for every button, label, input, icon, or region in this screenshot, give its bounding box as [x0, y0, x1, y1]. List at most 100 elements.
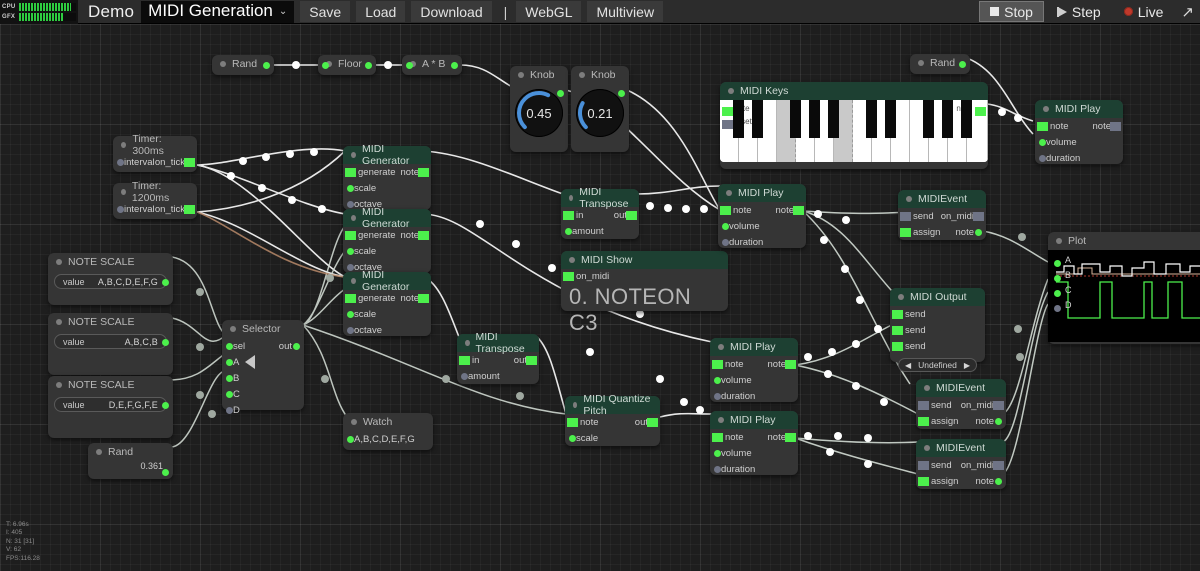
node-rand-right[interactable]: Rand [910, 54, 970, 74]
port-in[interactable] [563, 211, 574, 220]
port-in[interactable] [347, 436, 354, 443]
device-combo[interactable]: ◀ Undefined ▶ [898, 358, 977, 372]
port-note[interactable] [418, 231, 429, 240]
port-interval[interactable] [117, 206, 124, 213]
port-amount[interactable] [461, 373, 468, 380]
port-note[interactable] [567, 418, 578, 427]
node-midi-keys[interactable]: MIDI Keys note reset note [720, 82, 988, 169]
port-assign[interactable] [900, 228, 911, 237]
port-note-out[interactable] [793, 206, 804, 215]
port-c[interactable] [226, 391, 233, 398]
port-volume[interactable] [1039, 139, 1046, 146]
port-volume[interactable] [714, 450, 721, 457]
node-note-scale-2[interactable]: NOTE SCALE value A,B,C,B [48, 313, 173, 375]
port-duration[interactable] [714, 393, 721, 400]
port-octave[interactable] [347, 327, 354, 334]
node-plot[interactable]: Plot A B C D [1048, 232, 1200, 344]
port-out[interactable] [557, 90, 564, 97]
port-plot-a[interactable] [1054, 260, 1061, 267]
node-a-times-b[interactable]: A * B [402, 55, 462, 75]
download-button[interactable]: Download [411, 1, 492, 22]
value-field[interactable]: value A,B,C,D,E,F,G [54, 274, 167, 289]
value-field[interactable]: value D,E,F,G,F,E [54, 397, 167, 412]
node-midi-play-1[interactable]: MIDI Play note note volume duration [1035, 100, 1123, 164]
live-button[interactable]: Live [1114, 1, 1174, 22]
port-in[interactable] [459, 356, 470, 365]
multiview-button[interactable]: Multiview [587, 1, 664, 22]
node-midi-generator-2[interactable]: MIDI Generator generate note scale octav… [343, 206, 431, 273]
port-octave[interactable] [347, 201, 354, 208]
port-note[interactable] [712, 433, 723, 442]
node-midi-play-2[interactable]: MIDI Play note note volume duration [718, 184, 806, 248]
webgl-button[interactable]: WebGL [516, 1, 582, 22]
port-assign[interactable] [918, 417, 929, 426]
port-volume[interactable] [722, 223, 729, 230]
node-midi-generator-1[interactable]: MIDI Generator generate note scale octav… [343, 143, 431, 210]
port-note[interactable] [995, 418, 1002, 425]
port-note-in[interactable] [722, 107, 733, 116]
port-out[interactable] [162, 402, 169, 409]
port-scale[interactable] [347, 185, 354, 192]
port-d[interactable] [226, 407, 233, 414]
load-button[interactable]: Load [356, 1, 406, 22]
port-reset[interactable] [722, 120, 733, 129]
port-b[interactable] [226, 375, 233, 382]
port-generate[interactable] [345, 294, 356, 303]
port-out[interactable] [293, 343, 300, 350]
port-octave[interactable] [347, 264, 354, 271]
port-out[interactable] [365, 62, 372, 69]
port-assign[interactable] [918, 477, 929, 486]
port-note[interactable] [418, 294, 429, 303]
port-on-tick[interactable] [184, 205, 195, 214]
port-out[interactable] [162, 339, 169, 346]
project-selector[interactable]: MIDI Generation ⌄ [141, 0, 295, 23]
port-generate[interactable] [345, 231, 356, 240]
node-knob-2[interactable]: Knob 0.21 [571, 66, 629, 152]
port-note[interactable] [720, 206, 731, 215]
node-selector[interactable]: Selector sel out A B C D [222, 320, 304, 416]
port-duration[interactable] [1039, 155, 1046, 162]
node-timer-1200ms[interactable]: Timer: 1200ms interval on_tick [113, 180, 197, 219]
port-send-2[interactable] [892, 326, 903, 335]
port-out[interactable] [959, 61, 966, 68]
knob-dial[interactable]: 0.45 [515, 89, 563, 137]
node-rand-top[interactable]: Rand [212, 55, 274, 75]
knob-dial[interactable]: 0.21 [576, 89, 624, 137]
port-note[interactable] [1037, 122, 1048, 131]
value-field[interactable]: value A,B,C,B [54, 334, 167, 349]
node-midi-event-2[interactable]: MIDIEvent send on_midi assign note [916, 379, 1006, 429]
port-sel[interactable] [226, 343, 233, 350]
port-note[interactable] [418, 168, 429, 177]
node-midi-show[interactable]: MIDI Show on_midi 0. NOTEON C3 [561, 251, 728, 335]
port-note[interactable] [712, 360, 723, 369]
black-key[interactable] [885, 100, 896, 138]
fullscreen-icon[interactable]: ↗ [1181, 3, 1194, 21]
black-key[interactable] [809, 100, 820, 138]
save-button[interactable]: Save [300, 1, 351, 22]
port-note-out[interactable] [785, 360, 796, 369]
node-midi-play-3[interactable]: MIDI Play note note volume duration [710, 338, 798, 402]
port-send-3[interactable] [892, 342, 903, 351]
port-a[interactable] [226, 359, 233, 366]
port-on-tick[interactable] [184, 158, 195, 167]
black-key[interactable] [752, 100, 763, 138]
prev-device-icon[interactable]: ◀ [905, 361, 911, 370]
node-knob-1[interactable]: Knob 0.45 [510, 66, 568, 152]
port-in[interactable] [322, 62, 329, 69]
port-out[interactable] [162, 469, 169, 476]
port-send-1[interactable] [892, 310, 903, 319]
black-key[interactable] [733, 100, 744, 138]
node-midi-transpose-2[interactable]: MIDI Transpose in out amount [457, 331, 539, 384]
port-out[interactable] [263, 62, 270, 69]
port-interval[interactable] [117, 159, 124, 166]
black-key[interactable] [828, 100, 839, 138]
port-duration[interactable] [722, 239, 729, 246]
port-send[interactable] [918, 401, 929, 410]
black-key[interactable] [923, 100, 934, 138]
node-note-scale-1[interactable]: NOTE SCALE value A,B,C,D,E,F,G [48, 253, 173, 305]
port-note[interactable] [995, 478, 1002, 485]
port-out[interactable] [626, 211, 637, 220]
port-out[interactable] [647, 418, 658, 427]
port-generate[interactable] [345, 168, 356, 177]
port-on-midi[interactable] [993, 461, 1004, 470]
